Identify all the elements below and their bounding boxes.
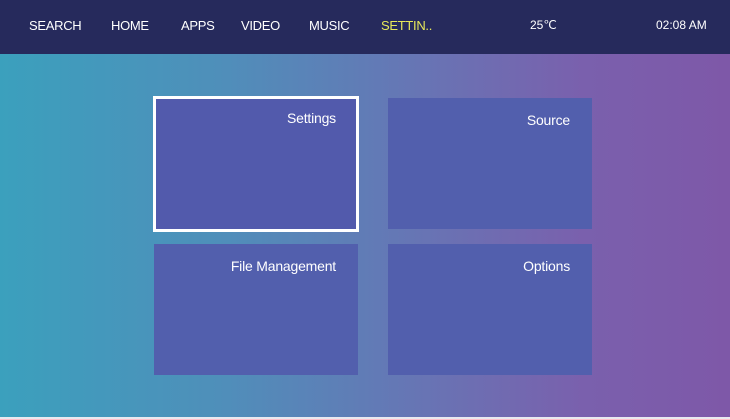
temperature-readout: 25℃: [530, 18, 557, 32]
clock: 02:08 AM: [656, 18, 707, 32]
tile-label: Source: [526, 112, 570, 128]
nav-item-music[interactable]: MUSIC: [309, 18, 350, 33]
nav-item-video[interactable]: VIDEO: [241, 18, 280, 33]
nav-item-settings[interactable]: SETTIN..: [381, 18, 432, 33]
nav-item-apps[interactable]: APPS: [181, 18, 215, 33]
options-tile[interactable]: Options: [388, 244, 592, 375]
nav-item-home[interactable]: HOME: [111, 18, 149, 33]
source-tile[interactable]: Source: [388, 98, 592, 229]
tile-label: Settings: [287, 110, 336, 126]
nav-item-search[interactable]: SEARCH: [29, 18, 82, 33]
top-nav-bar: SEARCH HOME APPS VIDEO MUSIC SETTIN.. 25…: [0, 0, 730, 54]
tile-label: Options: [523, 258, 570, 274]
file-management-tile[interactable]: File Management: [154, 244, 358, 375]
settings-tile[interactable]: Settings: [153, 96, 359, 232]
tv-home-screen: SEARCH HOME APPS VIDEO MUSIC SETTIN.. 25…: [0, 0, 730, 419]
tile-label: File Management: [230, 258, 336, 274]
